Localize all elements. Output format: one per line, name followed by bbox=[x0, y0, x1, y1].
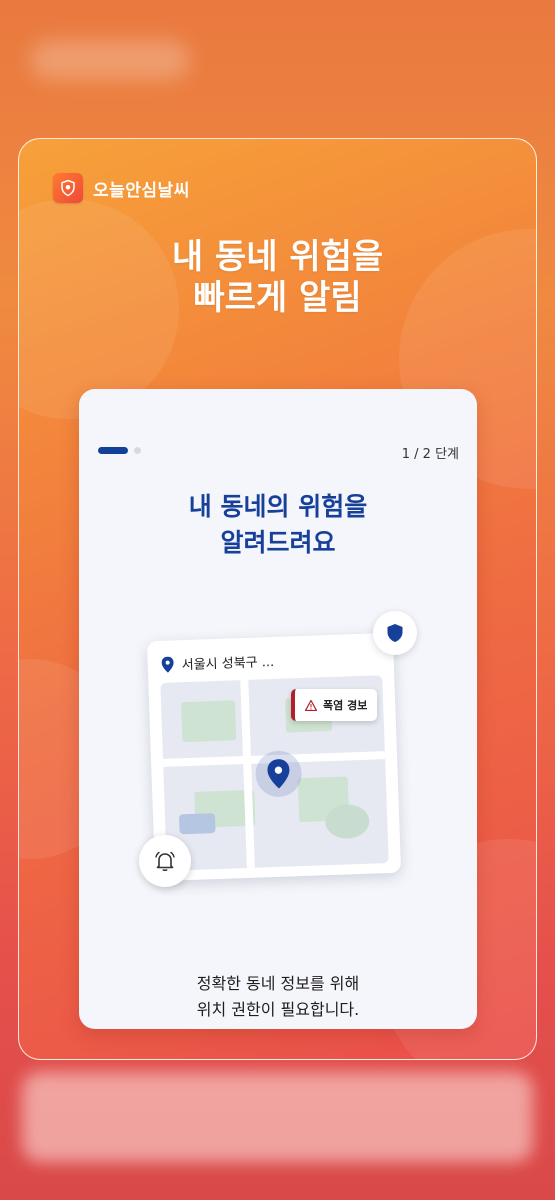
location-pin-icon bbox=[161, 656, 174, 673]
description-line-2: 위치 권한이 필요합니다. bbox=[196, 1000, 360, 1019]
notification-badge bbox=[139, 835, 191, 887]
blurred-header-background bbox=[30, 40, 190, 80]
bell-icon bbox=[155, 851, 175, 872]
promo-card: 오늘안심날씨 내 동네 위험을 빠르게 알림 1 / 2 단계 내 동네의 위험… bbox=[18, 138, 537, 1060]
permission-description: 정확한 동네 정보를 위해 위치 권한이 필요합니다. bbox=[79, 971, 477, 1023]
current-location-marker bbox=[254, 750, 303, 798]
title-line-2: 알려드려요 bbox=[220, 528, 336, 557]
onboarding-sheet: 1 / 2 단계 내 동네의 위험을 알려드려요 서울시 성북구 ... 폭염 … bbox=[79, 389, 477, 1029]
shield-badge bbox=[373, 611, 417, 655]
alert-label: 폭염 경보 bbox=[323, 699, 368, 712]
app-name: 오늘안심날씨 bbox=[93, 180, 190, 201]
headline-line-1: 내 동네 위험을 bbox=[171, 237, 384, 277]
onboarding-title: 내 동네의 위험을 알려드려요 bbox=[79, 489, 477, 561]
map-pin-icon bbox=[267, 759, 290, 789]
warning-triangle-icon bbox=[305, 699, 317, 711]
heat-alert-chip: 폭염 경보 bbox=[291, 689, 377, 721]
progress-active-bar bbox=[98, 447, 128, 454]
step-label: 1 / 2 단계 bbox=[401, 447, 459, 462]
app-brand: 오늘안심날씨 bbox=[53, 173, 190, 203]
headline-line-2: 빠르게 알림 bbox=[193, 278, 362, 318]
app-logo-icon bbox=[53, 173, 83, 203]
description-line-1: 정확한 동네 정보를 위해 bbox=[196, 974, 360, 993]
shield-icon bbox=[387, 624, 403, 642]
promo-headline: 내 동네 위험을 빠르게 알림 bbox=[19, 237, 536, 319]
blurred-footer-background bbox=[22, 1072, 533, 1162]
address-row: 서울시 성북구 ... bbox=[161, 651, 274, 674]
step-progress-indicator bbox=[98, 447, 141, 454]
title-line-1: 내 동네의 위험을 bbox=[188, 492, 368, 521]
address-text: 서울시 성북구 ... bbox=[181, 654, 275, 674]
progress-inactive-dot bbox=[134, 447, 141, 454]
